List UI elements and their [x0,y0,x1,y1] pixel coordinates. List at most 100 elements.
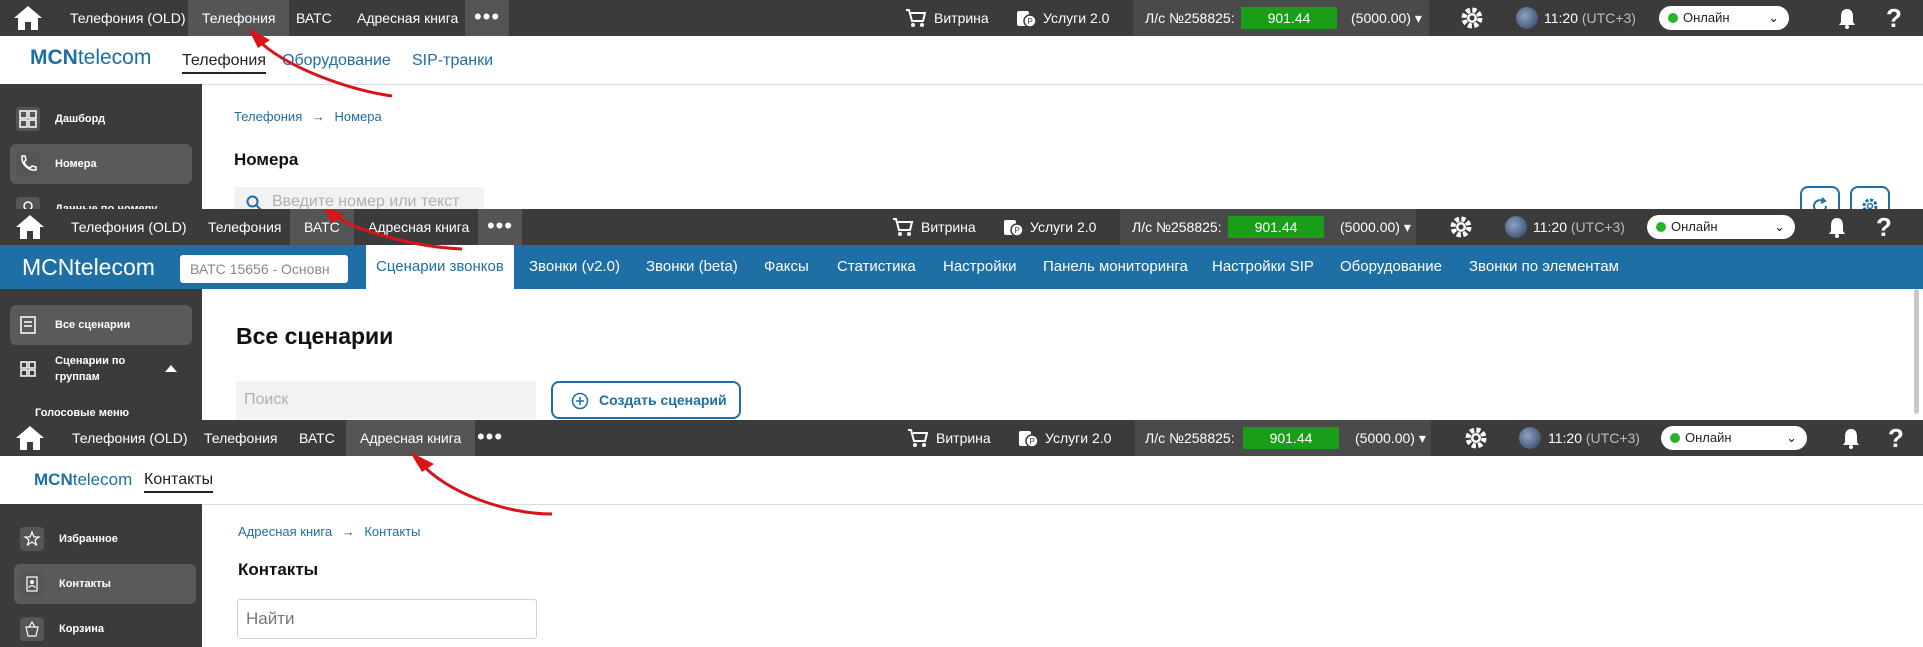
nav-vatc[interactable]: ВАТС [285,420,349,456]
nav-telephony[interactable]: Телефония [188,0,290,36]
nav-address-book[interactable]: Адресная книга [354,209,483,245]
nav-address-book[interactable]: Адресная книга [343,0,472,36]
subnav-sip-trunks[interactable]: SIP-транки [412,52,493,70]
account-number: Л/с №258825: [1132,219,1222,235]
svg-text:?: ? [1886,5,1902,31]
tab-equipment[interactable]: Оборудование [1340,245,1442,289]
create-scenario-button[interactable]: Создать сценарий [551,381,741,419]
sidebar-item-number-data[interactable]: Данные по номеру [10,189,192,209]
credit-dropdown[interactable]: (5000.00) ▾ [1340,209,1411,245]
help-icon[interactable]: ? [1886,425,1906,451]
subnav-equipment[interactable]: Оборудование [282,52,391,70]
top-navbar: Телефония (OLD) Телефония ВАТС Адресная … [0,420,1923,456]
nav-telephony-old[interactable]: Телефония (OLD) [56,0,199,36]
tab-settings[interactable]: Настройки [943,245,1017,289]
online-dot [1670,433,1680,443]
tab-calls-beta[interactable]: Звонки (beta) [646,245,738,289]
settings-button[interactable] [1850,186,1890,209]
avatar[interactable] [1516,7,1538,29]
page-title: Номера [234,150,299,169]
more-menu-icon[interactable]: ••• [468,420,512,456]
arrow-right-icon: → [341,524,355,539]
plus-circle-icon [571,392,589,410]
sidebar-item-contacts[interactable]: Контакты [14,564,196,604]
sidebar-item-numbers[interactable]: Номера [10,144,192,184]
tab-calls-v2[interactable]: Звонки (v2.0) [529,245,620,289]
nav-address-book[interactable]: Адресная книга [346,420,476,456]
services-link[interactable]: Услуги 2.0 [1030,209,1096,245]
chevron-down-icon: ⌄ [1768,10,1779,25]
sidebar-item-dashboard[interactable]: Дашборд [10,99,192,139]
showcase-link[interactable]: Витрина [934,0,989,36]
sidebar-item-voice-menus[interactable]: Голосовые меню [35,407,129,419]
nav-telephony[interactable]: Телефония [194,209,295,245]
breadcrumb-telephony[interactable]: Телефония [234,109,302,124]
chevron-up-icon[interactable] [164,363,178,373]
gear-icon[interactable] [1459,5,1485,31]
bell-icon[interactable] [1826,216,1848,238]
search-input[interactable]: Введите номер или текст [234,187,484,209]
tab-monitoring[interactable]: Панель мониторинга [1043,245,1188,289]
help-icon[interactable]: ? [1874,214,1894,240]
arrow-right-icon: → [311,109,325,124]
tab-faxes[interactable]: Факсы [764,245,809,289]
subnav-contacts[interactable]: Контакты [144,471,214,493]
logo[interactable]: MCNtelecom [34,470,132,490]
bell-icon[interactable] [1836,7,1858,29]
services-icon: P [1017,11,1037,28]
tab-scenarios[interactable]: Сценарии звонков [366,245,514,289]
home-icon[interactable] [10,423,50,453]
services-icon: P [1004,220,1024,237]
avatar[interactable] [1505,216,1527,238]
cart-icon [908,429,929,447]
showcase-link[interactable]: Витрина [921,209,976,245]
sidebar-item-trash[interactable]: Корзина [14,609,196,647]
home-icon[interactable] [10,212,50,242]
sidebar-item-favorites[interactable]: Избранное [14,519,196,559]
logo[interactable]: MCNtelecom [22,245,155,289]
search-input[interactable]: Найти [237,599,537,639]
balance-badge: 901.44 [1241,7,1337,29]
gear-icon[interactable] [1448,214,1474,240]
status-select[interactable]: Онлайн ⌄ [1661,426,1807,450]
breadcrumb-address-book[interactable]: Адресная книга [238,524,332,539]
breadcrumb-numbers[interactable]: Номера [334,109,381,124]
gear-icon[interactable] [1463,425,1489,451]
services-link[interactable]: Услуги 2.0 [1045,420,1111,456]
refresh-button[interactable] [1800,186,1840,209]
svg-text:P: P [1015,226,1020,235]
home-icon[interactable] [8,3,48,33]
status-select[interactable]: Онлайн ⌄ [1659,6,1789,30]
subnav-telephony[interactable]: Телефония [182,52,266,74]
clock: 11:20 (UTC+3) [1544,10,1636,26]
bell-icon[interactable] [1840,427,1862,449]
list-icon [20,316,36,334]
clock: 11:20 (UTC+3) [1533,219,1625,235]
showcase-link[interactable]: Витрина [936,420,991,456]
refresh-icon [1813,197,1828,209]
sidebar-item-all-scenarios[interactable]: Все сценарии [10,305,192,345]
services-link[interactable]: Услуги 2.0 [1043,0,1109,36]
nav-telephony-old[interactable]: Телефония (OLD) [57,209,200,245]
vatc-select[interactable]: ВАТС 15656 - Основн [180,255,348,283]
help-icon[interactable]: ? [1884,5,1904,31]
tab-statistics[interactable]: Статистика [837,245,916,289]
logo[interactable]: MCNtelecom [30,46,151,70]
more-menu-icon[interactable]: ••• [465,0,509,36]
tab-calls-by-elements[interactable]: Звонки по элементам [1469,245,1619,289]
nav-vatc[interactable]: ВАТС [282,0,346,36]
nav-vatc[interactable]: ВАТС [290,209,354,245]
sidebar-label: Все сценарии [55,319,131,331]
nav-telephony-old[interactable]: Телефония (OLD) [58,420,201,456]
nav-telephony[interactable]: Телефония [190,420,291,456]
credit-dropdown[interactable]: (5000.00) ▾ [1355,420,1426,456]
sidebar-item-scenario-groups[interactable]: Сценарии по группам [10,349,192,393]
avatar[interactable] [1519,427,1541,449]
tab-sip-settings[interactable]: Настройки SIP [1212,245,1314,289]
breadcrumb-contacts[interactable]: Контакты [364,524,420,539]
search-input[interactable]: Поиск [236,381,536,419]
status-select[interactable]: Онлайн ⌄ [1647,215,1795,239]
more-menu-icon[interactable]: ••• [478,209,522,245]
scrollbar[interactable] [1914,289,1919,414]
credit-dropdown[interactable]: (5000.00) ▾ [1351,0,1422,36]
